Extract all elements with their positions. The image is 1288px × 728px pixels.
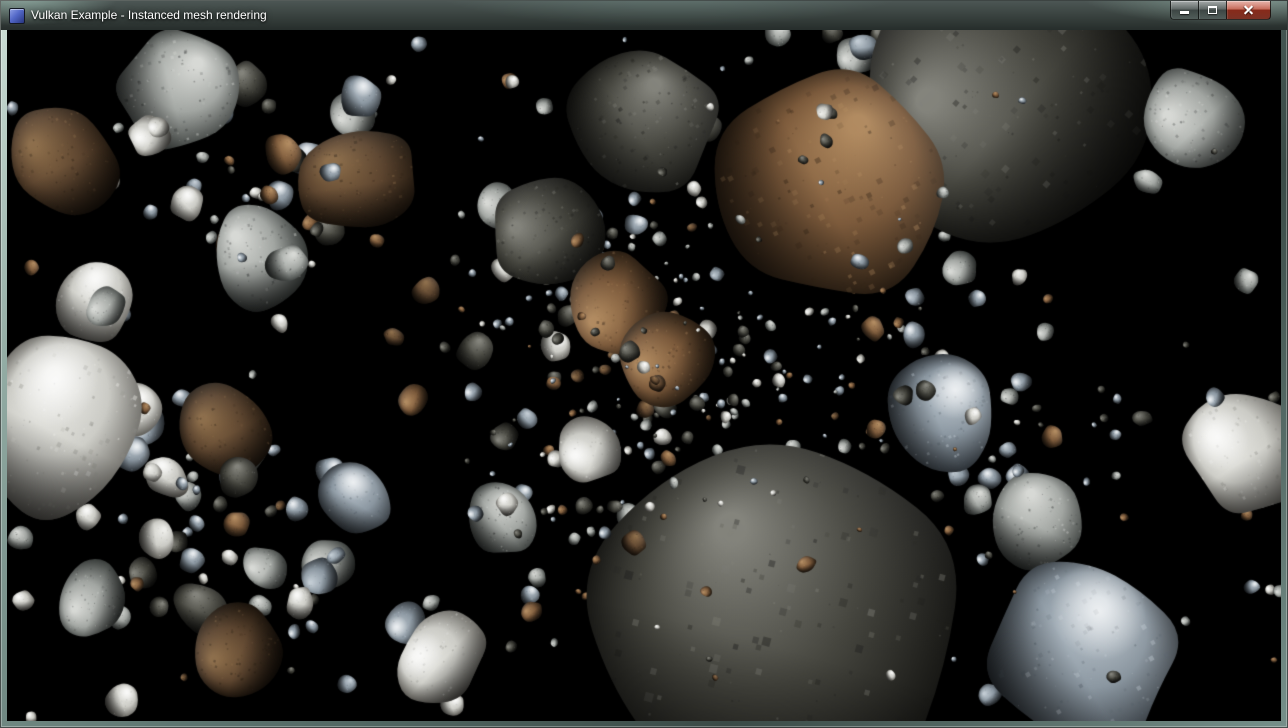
caption-buttons (1171, 1, 1271, 20)
app-window: Vulkan Example - Instanced mesh renderin… (0, 0, 1288, 728)
render-viewport[interactable] (7, 30, 1281, 721)
close-icon (1243, 5, 1254, 16)
minimize-button[interactable] (1170, 1, 1199, 20)
minimize-icon (1180, 11, 1189, 14)
vulkan-app-icon[interactable] (9, 8, 25, 24)
close-button[interactable] (1226, 1, 1271, 20)
titlebar[interactable]: Vulkan Example - Instanced mesh renderin… (1, 1, 1287, 30)
maximize-button[interactable] (1198, 1, 1227, 20)
window-title: Vulkan Example - Instanced mesh renderin… (31, 1, 267, 30)
render-area (7, 30, 1281, 721)
maximize-icon (1208, 6, 1217, 14)
